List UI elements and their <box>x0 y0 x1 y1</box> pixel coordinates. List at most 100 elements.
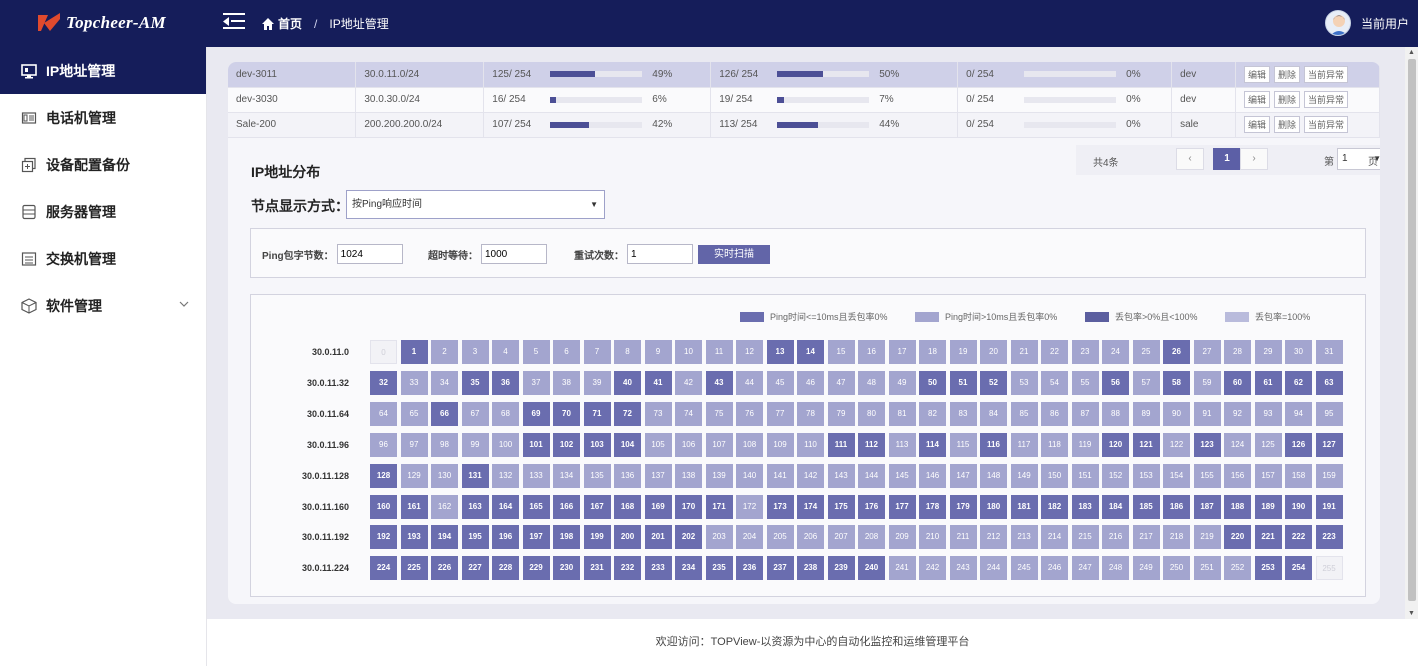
ip-node-cell[interactable]: 195 <box>461 525 489 550</box>
ip-node-cell[interactable]: 137 <box>644 463 672 488</box>
ip-node-cell[interactable]: 134 <box>553 463 580 488</box>
ip-node-cell[interactable]: 113 <box>888 432 916 457</box>
ip-node-cell[interactable]: 20 <box>980 340 1007 364</box>
ip-node-cell[interactable]: 241 <box>888 556 916 581</box>
ip-node-cell[interactable]: 28 <box>1224 340 1251 364</box>
ip-node-cell[interactable]: 79 <box>827 401 855 426</box>
ip-node-cell[interactable]: 245 <box>1010 556 1038 581</box>
ip-node-cell[interactable]: 133 <box>522 463 550 488</box>
ip-node-cell[interactable]: 158 <box>1285 463 1312 488</box>
ip-node-cell[interactable]: 93 <box>1254 401 1282 426</box>
ip-node-cell[interactable]: 129 <box>400 463 428 488</box>
ip-node-cell[interactable]: 108 <box>736 432 763 457</box>
ip-node-cell[interactable]: 172 <box>736 494 763 519</box>
ip-node-cell[interactable]: 80 <box>858 401 885 426</box>
ip-node-cell[interactable]: 61 <box>1254 370 1282 395</box>
ip-node-cell[interactable]: 215 <box>1071 525 1099 550</box>
ip-node-cell[interactable]: 124 <box>1224 432 1251 457</box>
ip-node-cell[interactable]: 2 <box>431 340 458 364</box>
ip-node-cell[interactable]: 190 <box>1285 494 1312 519</box>
ip-node-cell[interactable]: 102 <box>553 432 580 457</box>
ip-node-cell[interactable]: 95 <box>1315 401 1343 426</box>
ip-node-cell[interactable]: 135 <box>583 463 611 488</box>
ip-node-cell[interactable]: 53 <box>1010 370 1038 395</box>
breadcrumb-home[interactable]: 首页 <box>278 15 302 32</box>
ip-node-cell[interactable]: 94 <box>1285 401 1312 426</box>
scroll-down-icon[interactable]: ▼ <box>1408 610 1415 617</box>
ip-node-cell[interactable]: 149 <box>1010 463 1038 488</box>
ip-node-cell[interactable]: 232 <box>614 556 641 581</box>
ip-node-cell[interactable]: 29 <box>1254 340 1282 364</box>
ip-node-cell[interactable]: 128 <box>370 463 397 488</box>
ping-size-input[interactable] <box>336 244 403 264</box>
ip-node-cell[interactable]: 126 <box>1285 432 1312 457</box>
ip-node-cell[interactable]: 202 <box>675 525 702 550</box>
ip-node-cell[interactable]: 0 <box>370 340 397 364</box>
ip-node-cell[interactable]: 36 <box>492 370 519 395</box>
ip-node-cell[interactable]: 57 <box>1132 370 1160 395</box>
ip-node-cell[interactable]: 67 <box>461 401 489 426</box>
current-alerts-button[interactable]: 当前异常 <box>1304 91 1349 108</box>
ip-node-cell[interactable]: 127 <box>1315 432 1343 457</box>
ip-node-cell[interactable]: 138 <box>675 463 702 488</box>
ip-node-cell[interactable]: 249 <box>1132 556 1160 581</box>
ip-node-cell[interactable]: 121 <box>1132 432 1160 457</box>
delete-button[interactable]: 删除 <box>1274 116 1301 133</box>
ip-node-cell[interactable]: 32 <box>370 370 397 395</box>
ip-node-cell[interactable]: 120 <box>1102 432 1129 457</box>
ip-node-cell[interactable]: 254 <box>1285 556 1312 581</box>
ip-node-cell[interactable]: 165 <box>522 494 550 519</box>
current-alerts-button[interactable]: 当前异常 <box>1304 65 1349 83</box>
ip-node-cell[interactable]: 98 <box>431 432 458 457</box>
ip-node-cell[interactable]: 75 <box>705 401 733 426</box>
ip-node-cell[interactable]: 89 <box>1132 401 1160 426</box>
ip-node-cell[interactable]: 178 <box>919 494 946 519</box>
ip-node-cell[interactable]: 65 <box>400 401 428 426</box>
ip-node-cell[interactable]: 251 <box>1193 556 1221 581</box>
ip-node-cell[interactable]: 189 <box>1254 494 1282 519</box>
ip-node-cell[interactable]: 197 <box>522 525 550 550</box>
edit-button[interactable]: 编辑 <box>1244 116 1271 133</box>
ip-node-cell[interactable]: 203 <box>705 525 733 550</box>
ip-node-cell[interactable]: 164 <box>492 494 519 519</box>
ip-node-cell[interactable]: 19 <box>949 340 977 364</box>
ip-node-cell[interactable]: 210 <box>919 525 946 550</box>
ip-node-cell[interactable]: 246 <box>1041 556 1068 581</box>
ip-node-cell[interactable]: 227 <box>461 556 489 581</box>
ip-node-cell[interactable]: 225 <box>400 556 428 581</box>
page-1-button[interactable]: 1 <box>1213 148 1241 170</box>
ip-node-cell[interactable]: 181 <box>1010 494 1038 519</box>
ip-node-cell[interactable]: 167 <box>583 494 611 519</box>
ip-node-cell[interactable]: 30 <box>1285 340 1312 364</box>
ip-node-cell[interactable]: 229 <box>522 556 550 581</box>
user-menu[interactable]: 当前用户 <box>1324 10 1409 36</box>
ip-node-cell[interactable]: 255 <box>1315 556 1343 581</box>
ip-node-cell[interactable]: 71 <box>583 401 611 426</box>
ip-node-cell[interactable]: 153 <box>1132 463 1160 488</box>
ip-node-cell[interactable]: 132 <box>492 463 519 488</box>
ip-node-cell[interactable]: 112 <box>858 432 885 457</box>
ip-node-cell[interactable]: 27 <box>1193 340 1221 364</box>
ip-node-cell[interactable]: 62 <box>1285 370 1312 395</box>
ip-node-cell[interactable]: 118 <box>1041 432 1068 457</box>
ip-node-cell[interactable]: 56 <box>1102 370 1129 395</box>
ip-node-cell[interactable]: 90 <box>1163 401 1190 426</box>
ip-node-cell[interactable]: 85 <box>1010 401 1038 426</box>
ip-node-cell[interactable]: 160 <box>370 494 397 519</box>
ip-node-cell[interactable]: 54 <box>1041 370 1068 395</box>
ip-node-cell[interactable]: 238 <box>797 556 824 581</box>
ip-node-cell[interactable]: 77 <box>766 401 794 426</box>
delete-button[interactable]: 删除 <box>1274 65 1301 83</box>
ip-node-cell[interactable]: 148 <box>980 463 1007 488</box>
ip-node-cell[interactable]: 115 <box>949 432 977 457</box>
ip-node-cell[interactable]: 199 <box>583 525 611 550</box>
ip-node-cell[interactable]: 59 <box>1193 370 1221 395</box>
user-name[interactable]: 当前用户 <box>1361 15 1409 32</box>
ip-node-cell[interactable]: 50 <box>919 370 946 395</box>
ip-node-cell[interactable]: 144 <box>858 463 885 488</box>
ip-node-cell[interactable]: 88 <box>1102 401 1129 426</box>
scrollbar[interactable]: ▲ ▼ <box>1405 47 1418 619</box>
ip-node-cell[interactable]: 193 <box>400 525 428 550</box>
ip-node-cell[interactable]: 226 <box>431 556 458 581</box>
ip-node-cell[interactable]: 166 <box>553 494 580 519</box>
